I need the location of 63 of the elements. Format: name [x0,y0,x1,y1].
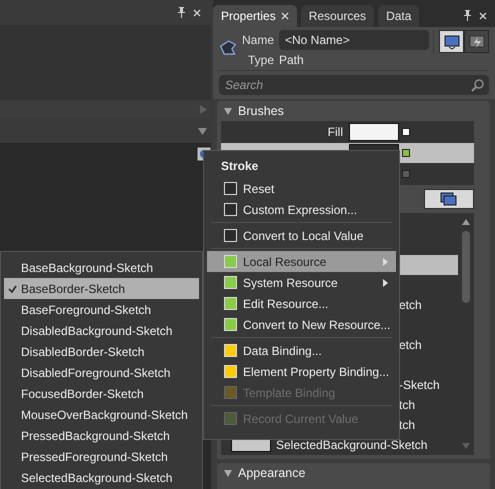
submenu-arrow-icon [383,278,388,286]
pin-icon[interactable] [177,7,186,18]
menu-item[interactable]: SelectedBackground-Sketch [4,467,199,488]
collapse-arrow-icon[interactable] [224,469,232,477]
pin-icon[interactable] [463,10,472,21]
scroll-up-icon[interactable] [462,219,470,225]
menu-item[interactable]: MouseOverBackground-Sketch [4,404,199,425]
collapse-arrow-icon[interactable] [224,107,232,115]
resource-name[interactable]: etch [399,298,422,312]
panel-tab[interactable]: Resources [300,5,374,27]
panel-tab[interactable]: Properties [213,5,297,27]
search-icon[interactable] [471,78,484,92]
resource-name[interactable]: tch [399,418,416,432]
resource-name[interactable]: SelectedBackground-Sketch [276,438,428,452]
menu-item[interactable]: Edit Resource... [207,293,396,314]
color-swatch[interactable] [349,123,399,141]
type-value: Path [279,53,305,67]
menu-item[interactable]: Convert to Local Value [207,225,396,246]
resources-tab[interactable] [424,189,474,209]
section-title[interactable]: Brushes [238,104,284,118]
resource-name[interactable]: tch [399,398,416,412]
close-icon[interactable] [479,12,487,20]
resource-name[interactable]: etch [399,338,422,352]
menu-item[interactable]: FocusedBorder-Sketch [4,383,199,404]
advanced-options-marker[interactable] [402,170,410,178]
search-field[interactable]: Search [225,78,467,92]
name-field[interactable]: <No Name> [279,30,429,50]
submenu-arrow-icon [383,258,388,266]
panel-tab[interactable]: Data [378,5,420,27]
menu-item[interactable]: System Resource [207,272,396,293]
tab-close-icon[interactable] [280,12,289,20]
properties-view-button[interactable] [439,30,464,53]
menu-title: Stroke [220,158,260,175]
advanced-options-marker[interactable] [402,128,410,136]
menu-item[interactable]: PressedForeground-Sketch [4,446,199,467]
advanced-options-marker[interactable] [402,149,410,157]
check-icon [8,284,17,292]
menu-item[interactable]: Local Resource [207,251,396,272]
type-label: Type [246,53,274,67]
close-icon[interactable] [193,8,201,16]
search-box[interactable]: Search [219,75,489,95]
name-label: Name [242,33,274,47]
windows-icon [440,192,458,206]
lightning-icon [468,34,484,50]
events-button[interactable] [464,30,489,53]
menu-item[interactable]: Reset [207,178,396,199]
menu-item[interactable]: DisabledBorder-Sketch [4,341,199,362]
menu-item[interactable]: BaseForeground-Sketch [4,299,199,320]
resource-name[interactable]: -Sketch [399,378,440,392]
property-label: Fill [328,125,343,139]
menu-item[interactable]: Custom Expression... [207,199,396,220]
menu-item[interactable]: PressedBackground-Sketch [4,425,199,446]
scrollbar-thumb[interactable] [462,231,470,303]
menu-item[interactable]: Data Binding... [207,340,396,361]
monitor-icon [444,34,460,50]
menu-item[interactable]: BaseBorder-Sketch [4,278,199,299]
menu-item[interactable]: BaseBackground-Sketch [4,257,199,278]
menu-item[interactable]: Convert to New Resource... [207,314,396,335]
menu-item[interactable]: DisabledBackground-Sketch [4,320,199,341]
section-title[interactable]: Appearance [238,466,306,480]
menu-item[interactable]: DisabledForeground-Sketch [4,362,199,383]
collapse-arrow-icon[interactable] [198,126,207,134]
menu-item[interactable]: Element Property Binding... [207,361,396,382]
